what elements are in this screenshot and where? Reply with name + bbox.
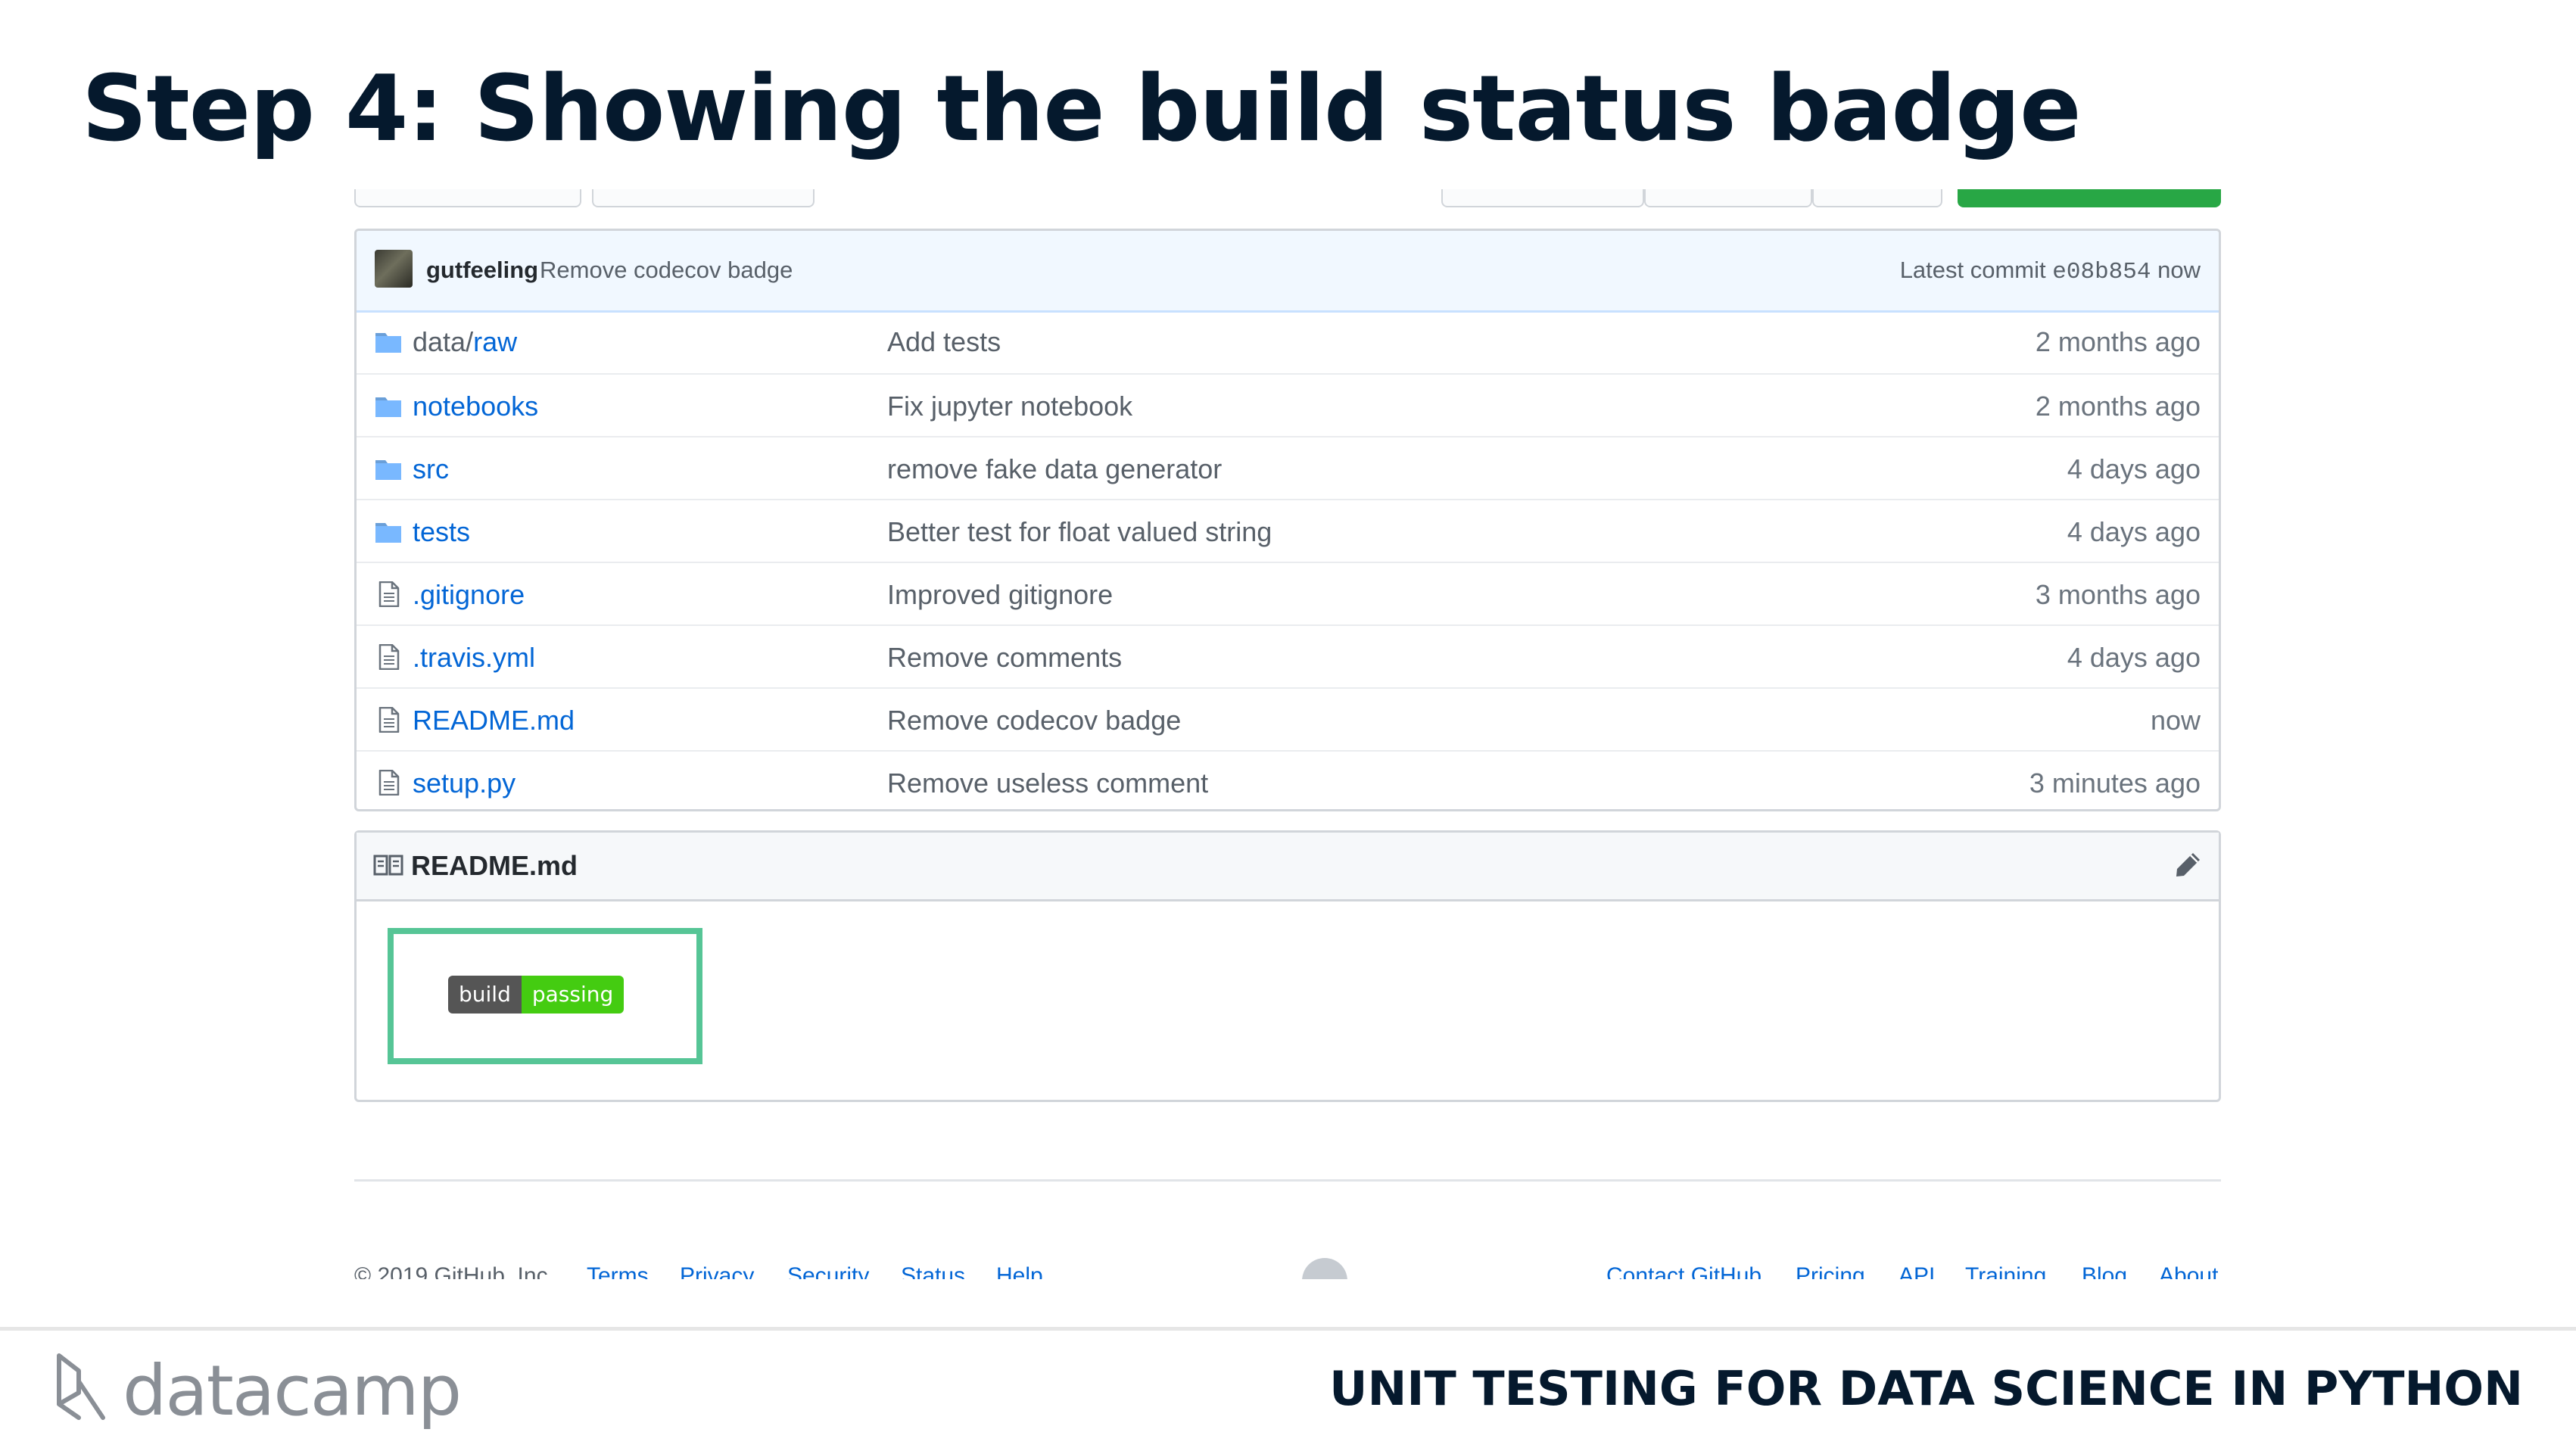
file-row[interactable]: data/raw Add tests 2 months ago xyxy=(357,310,2219,373)
commit-author-link[interactable]: gutfeeling xyxy=(426,255,538,285)
file-row[interactable]: tests Better test for float valued string… xyxy=(357,499,2219,563)
slide-footer-divider xyxy=(0,1327,2576,1331)
file-name-text: .travis.yml xyxy=(413,642,535,673)
footer-link-api[interactable]: API xyxy=(1899,1261,1935,1279)
github-screenshot: gutfeeling Remove codecov badge Latest c… xyxy=(0,0,2576,1279)
folder-icon xyxy=(375,393,402,419)
build-status-badge[interactable]: build passing xyxy=(448,976,625,1014)
file-row[interactable]: src remove fake data generator 4 days ago xyxy=(357,436,2219,500)
toolbar-button-clipped[interactable] xyxy=(1441,189,1644,207)
file-name-link[interactable]: src xyxy=(413,453,449,486)
file-name-link[interactable]: setup.py xyxy=(413,767,516,800)
latest-commit-label: Latest commit xyxy=(1899,257,2046,283)
course-title: UNIT TESTING FOR DATA SCIENCE IN PYTHON xyxy=(1329,1361,2523,1416)
file-name-text: src xyxy=(413,453,449,484)
file-commit-age: 4 days ago xyxy=(2067,516,2201,547)
badge-status: passing xyxy=(521,976,625,1014)
datacamp-logo-text: datacamp xyxy=(123,1350,462,1431)
footer-link-help[interactable]: Help xyxy=(996,1261,1043,1279)
folder-icon xyxy=(375,456,402,481)
folder-icon xyxy=(375,328,402,354)
pencil-icon[interactable] xyxy=(2173,849,2204,880)
latest-commit-bar: gutfeeling Remove codecov badge Latest c… xyxy=(357,231,2219,313)
file-commit-age: now xyxy=(2150,705,2201,736)
footer-link-contact[interactable]: Contact GitHub xyxy=(1606,1261,1761,1279)
folder-icon xyxy=(375,518,402,544)
file-row[interactable]: README.md Remove codecov badge now xyxy=(357,687,2219,752)
footer-link-status[interactable]: Status xyxy=(901,1261,965,1279)
file-name-text: notebooks xyxy=(413,391,539,422)
file-commit-message-link[interactable]: Add tests xyxy=(887,325,1001,359)
footer-link-blog[interactable]: Blog xyxy=(2082,1261,2127,1279)
readme-header: README.md xyxy=(357,833,2219,901)
file-commit-age: 3 minutes ago xyxy=(2029,768,2201,799)
file-commit-message-link[interactable]: remove fake data generator xyxy=(887,453,1222,486)
github-footer: © 2019 GitHub, Inc. Terms Privacy Securi… xyxy=(0,1249,2576,1279)
readme-title: README.md xyxy=(411,850,578,881)
file-commit-age: 3 months ago xyxy=(2035,579,2201,610)
datacamp-logo-icon xyxy=(57,1353,105,1420)
file-browser: gutfeeling Remove codecov badge Latest c… xyxy=(354,229,2221,811)
toolbar-button-clipped[interactable] xyxy=(592,189,815,207)
file-name-link[interactable]: tests xyxy=(413,515,470,549)
file-commit-message-link[interactable]: Better test for float valued string xyxy=(887,515,1272,549)
clone-download-button-clipped[interactable] xyxy=(1958,189,2221,207)
file-icon xyxy=(375,643,402,671)
file-row[interactable]: setup.py Remove useless comment 3 minutes … xyxy=(357,750,2219,809)
file-row[interactable]: .travis.yml Remove comments 4 days ago xyxy=(357,624,2219,689)
file-parent-dir[interactable]: data/ xyxy=(413,326,473,357)
file-row[interactable]: .gitignore Improved gitignore 3 months ago xyxy=(357,562,2219,626)
avatar[interactable] xyxy=(375,250,413,288)
commit-sha-link[interactable]: e08b854 xyxy=(2052,259,2151,285)
file-icon xyxy=(375,581,402,608)
file-name-text: .gitignore xyxy=(413,579,525,610)
file-commit-message-link[interactable]: Improved gitignore xyxy=(887,578,1113,612)
file-name-link[interactable]: data/raw xyxy=(413,325,517,359)
footer-divider xyxy=(354,1179,2221,1182)
file-name-link[interactable]: README.md xyxy=(413,704,575,737)
footer-link-security[interactable]: Security xyxy=(787,1261,869,1279)
file-name-link[interactable]: notebooks xyxy=(413,390,538,423)
commit-age: now xyxy=(2157,257,2201,283)
file-icon xyxy=(375,769,402,796)
file-commit-age: 4 days ago xyxy=(2067,453,2201,484)
file-commit-age: 4 days ago xyxy=(2067,642,2201,673)
toolbar-button-clipped[interactable] xyxy=(1644,189,1812,207)
file-name-link[interactable]: .gitignore xyxy=(413,578,525,612)
file-icon xyxy=(375,706,402,733)
commit-message-link[interactable]: Remove codecov badge xyxy=(540,255,793,285)
github-logo-icon[interactable] xyxy=(1302,1258,1347,1279)
footer-link-pricing[interactable]: Pricing xyxy=(1796,1261,1865,1279)
file-commit-message-link[interactable]: Remove useless comment xyxy=(887,767,1208,800)
toolbar-button-clipped[interactable] xyxy=(1812,189,1942,207)
badge-label: build xyxy=(448,976,522,1014)
file-name-text: raw xyxy=(473,326,518,357)
file-name-text: tests xyxy=(413,516,471,547)
book-icon xyxy=(373,855,403,876)
footer-copyright: © 2019 GitHub, Inc. xyxy=(354,1263,554,1279)
file-name-text: README.md xyxy=(413,705,575,736)
footer-link-about[interactable]: About xyxy=(2159,1261,2218,1279)
footer-link-privacy[interactable]: Privacy xyxy=(680,1261,754,1279)
file-commit-message-link[interactable]: Fix jupyter notebook xyxy=(887,390,1132,423)
file-name-text: setup.py xyxy=(413,768,516,799)
footer-link-terms[interactable]: Terms xyxy=(587,1261,649,1279)
toolbar-button-clipped[interactable] xyxy=(354,189,581,207)
file-row[interactable]: notebooks Fix jupyter notebook 2 months ag… xyxy=(357,373,2219,437)
file-commit-message-link[interactable]: Remove codecov badge xyxy=(887,704,1181,737)
file-commit-age: 2 months ago xyxy=(2035,326,2201,357)
footer-link-training[interactable]: Training xyxy=(1965,1261,2046,1279)
file-name-link[interactable]: .travis.yml xyxy=(413,641,535,674)
file-commit-age: 2 months ago xyxy=(2035,391,2201,422)
latest-commit-info: Latest commit e08b854 now xyxy=(1900,255,2201,288)
file-commit-message-link[interactable]: Remove comments xyxy=(887,641,1122,674)
